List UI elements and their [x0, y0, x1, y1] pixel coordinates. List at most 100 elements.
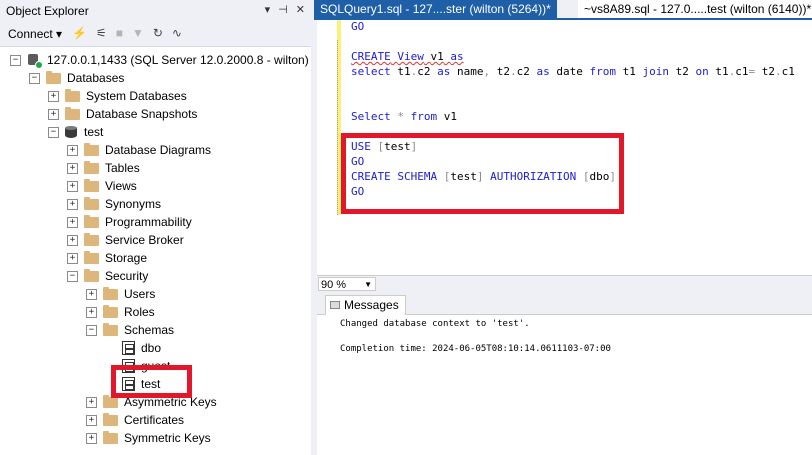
tree-node-label: Synonyms [105, 197, 162, 211]
tree-node-label: Symmetric Keys [124, 431, 211, 445]
tree-node[interactable]: + Synonyms [67, 195, 161, 213]
tree-node-label: Programmability [105, 215, 192, 229]
document-tabs: SQLQuery1.sql - 127....ster (wilton (526… [314, 0, 812, 18]
outline-guide [337, 40, 339, 215]
folder-icon [103, 394, 118, 408]
folder-icon [103, 412, 118, 426]
folder-icon [103, 430, 118, 444]
stop-icon[interactable]: ■ [116, 26, 123, 40]
expand-icon[interactable]: + [67, 180, 78, 192]
expand-icon[interactable]: + [86, 432, 97, 444]
code-line: select t1.c2 as name, t2.c2 as date from… [351, 65, 795, 78]
object-explorer-titlebar: Object Explorer ▾ ⊣ ✕ [0, 0, 311, 22]
expand-icon[interactable]: + [86, 288, 97, 300]
connect-button[interactable]: Connect ▾ [8, 27, 62, 41]
folder-icon [46, 70, 61, 84]
expand-icon[interactable]: + [48, 90, 59, 102]
tab-sqlquery1[interactable]: SQLQuery1.sql - 127....ster (wilton (526… [314, 0, 557, 18]
code-line: Select * from v1 [351, 110, 457, 123]
tree-node[interactable]: + Views [67, 177, 137, 195]
tree-node[interactable]: + Roles [86, 303, 155, 321]
tree-node[interactable]: + Database Snapshots [48, 105, 197, 123]
tree-node-label: Views [105, 179, 137, 193]
dropdown-icon[interactable]: ▾ [265, 3, 271, 16]
expand-icon[interactable]: + [86, 396, 97, 408]
collapse-icon[interactable]: − [48, 126, 59, 138]
activity-monitor-icon[interactable]: ∿ [172, 26, 182, 40]
folder-icon [84, 268, 99, 282]
pin-icon[interactable]: ⊣ [278, 3, 288, 16]
connect-plug-icon[interactable]: ⚡ [72, 26, 87, 40]
collapse-icon[interactable]: − [67, 270, 78, 282]
folder-icon [65, 88, 80, 102]
tree-node-label: Databases [67, 71, 125, 85]
tree-node[interactable]: − Schemas [86, 321, 174, 339]
expand-icon[interactable]: + [48, 108, 59, 120]
tree-node[interactable]: − Security [67, 267, 148, 285]
zoom-bar: 90 % ▼ [317, 275, 812, 293]
zoom-value: 90 % [321, 279, 347, 291]
tree-node-label: Storage [105, 251, 148, 265]
tab-vs8a89[interactable]: ~vs8A89.sql - 127.0.....test (wilton (61… [578, 0, 812, 18]
filter-icon[interactable]: ▼ [132, 26, 144, 40]
messages-icon [330, 301, 340, 309]
tree-node-label: Service Broker [105, 233, 184, 247]
tree-node-label: Tables [105, 161, 140, 175]
folder-icon [84, 250, 99, 264]
folder-icon [84, 196, 99, 210]
folder-icon [103, 304, 118, 318]
expand-icon[interactable]: + [86, 306, 97, 318]
tree-node[interactable]: − 127.0.0.1,1433 (SQL Server 12.0.2000.8 … [10, 51, 309, 69]
expand-icon[interactable]: + [67, 198, 78, 210]
collapse-icon[interactable]: − [29, 72, 40, 84]
tree-node-label: Users [124, 287, 156, 301]
code-line: GO [351, 20, 365, 33]
tree-node[interactable]: − Databases [29, 69, 124, 87]
expand-icon[interactable]: + [67, 162, 78, 174]
object-explorer-toolbar: Connect ▾ ⚡ ⚟ ■ ▼ ↻ ∿ [0, 22, 311, 47]
collapse-icon[interactable]: − [10, 54, 21, 66]
tree-node-label: dbo [141, 341, 162, 355]
tree-node[interactable]: − test [48, 123, 103, 141]
highlight-box-schema [111, 365, 192, 398]
collapse-icon[interactable]: − [86, 324, 97, 336]
tab-messages[interactable]: Messages [325, 295, 406, 315]
folder-icon [84, 232, 99, 246]
database-icon [65, 125, 77, 139]
expand-icon[interactable]: + [67, 252, 78, 264]
tree-node[interactable]: + Certificates [86, 411, 184, 429]
tree-node[interactable]: + Service Broker [67, 231, 184, 249]
tree-node[interactable]: + Storage [67, 249, 147, 267]
tree-node-label: test [84, 125, 104, 139]
tree-node-label: Schemas [124, 323, 175, 337]
folder-icon [84, 142, 99, 156]
message-line: Completion time: 2024-06-05T08:10:14.061… [340, 344, 611, 354]
expand-icon[interactable]: + [86, 414, 97, 426]
expand-icon[interactable]: + [67, 216, 78, 228]
zoom-select[interactable]: 90 % ▼ [318, 277, 376, 291]
code-line: CREATE View v1 as [351, 50, 464, 63]
tree-node[interactable]: + Programmability [67, 213, 192, 231]
close-icon[interactable]: ✕ [296, 3, 305, 16]
tree-node-label: Security [105, 269, 149, 283]
tree-node[interactable]: + System Databases [48, 87, 187, 105]
tree-node-label: 127.0.0.1,1433 (SQL Server 12.0.2000.8 -… [47, 53, 309, 67]
disconnect-icon[interactable]: ⚟ [96, 26, 107, 40]
expand-icon[interactable]: + [67, 234, 78, 246]
tree-node-label: Database Diagrams [105, 143, 212, 157]
tree-node[interactable]: + Symmetric Keys [86, 429, 211, 447]
schema-icon [122, 341, 135, 355]
folder-icon [84, 178, 99, 192]
refresh-icon[interactable]: ↻ [153, 26, 163, 40]
tree-node[interactable]: dbo [105, 339, 161, 357]
tree-node-label: Roles [124, 305, 155, 319]
folder-icon [65, 106, 80, 120]
tree-node[interactable]: + Tables [67, 159, 140, 177]
editor-gutter [317, 20, 337, 275]
tree-node[interactable]: + Users [86, 285, 155, 303]
message-line: Changed database context to 'test'. [340, 319, 530, 329]
server-icon [27, 53, 43, 69]
folder-icon [84, 214, 99, 228]
tree-node[interactable]: + Database Diagrams [67, 141, 211, 159]
expand-icon[interactable]: + [67, 144, 78, 156]
